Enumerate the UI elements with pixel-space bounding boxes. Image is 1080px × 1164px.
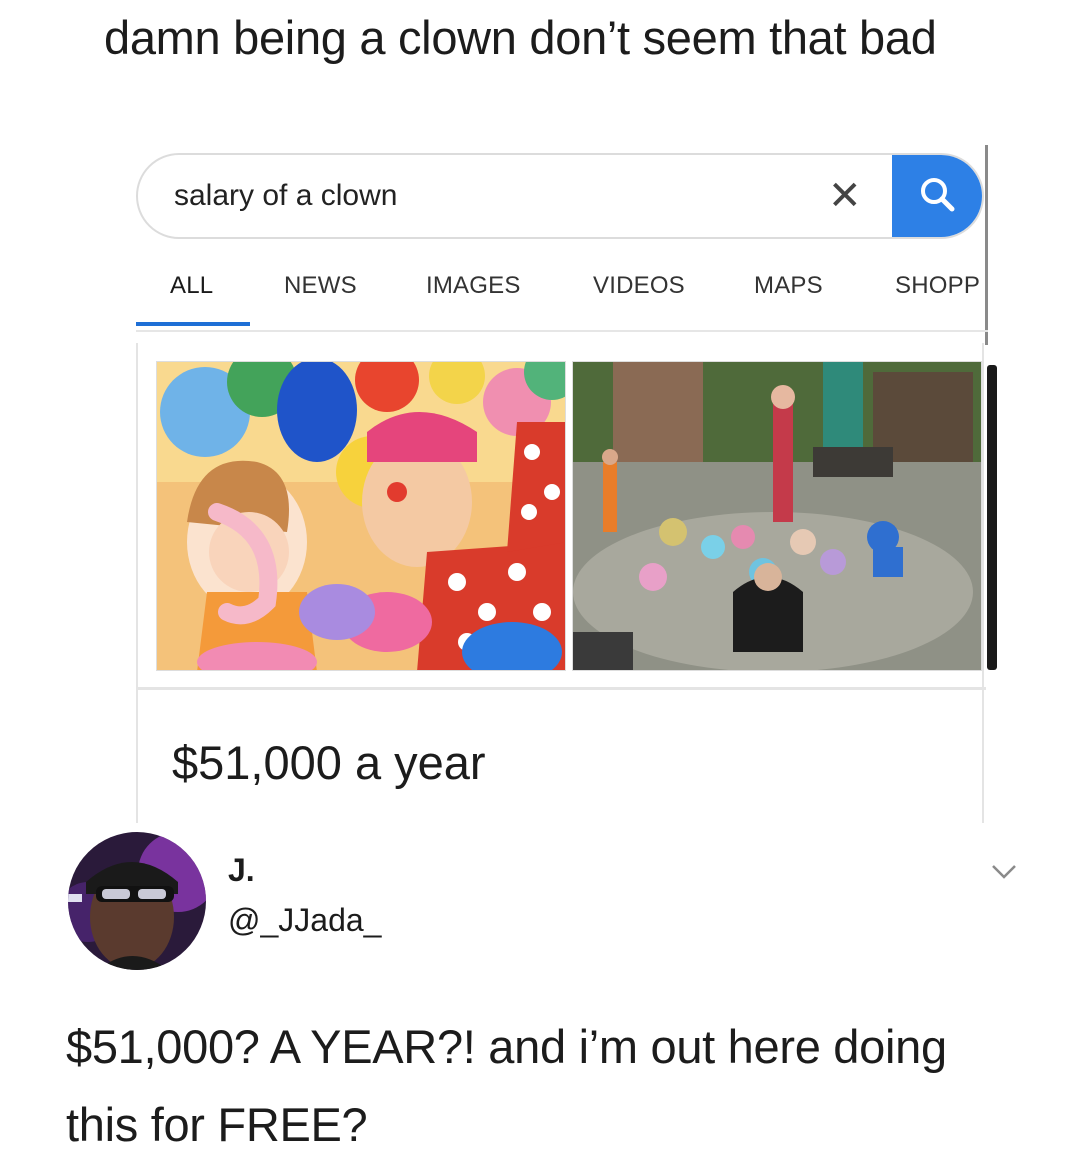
- active-tab-indicator: [136, 322, 250, 326]
- clown-park-illustration: [573, 362, 981, 670]
- image-results: [156, 361, 982, 671]
- reply-display-name[interactable]: J.: [228, 852, 255, 889]
- featured-answer: $51,000 a year: [172, 736, 486, 789]
- clown-party-image[interactable]: [156, 361, 566, 671]
- avatar[interactable]: [68, 832, 206, 970]
- tab-all[interactable]: ALL: [170, 272, 213, 300]
- search-icon: [921, 178, 955, 212]
- chevron-down-icon[interactable]: [990, 862, 1018, 882]
- tab-maps[interactable]: MAPS: [754, 272, 823, 300]
- result-panel: $51,000 a year: [136, 343, 986, 823]
- search-input[interactable]: salary of a clown: [174, 179, 397, 213]
- tab-videos[interactable]: VIDEOS: [593, 272, 685, 300]
- scrollbar[interactable]: [987, 365, 997, 670]
- close-icon[interactable]: ✕: [828, 171, 862, 221]
- tab-images[interactable]: IMAGES: [426, 272, 521, 300]
- reply-text: $51,000? A YEAR?! and i’m out here doing…: [66, 1020, 947, 1151]
- tab-shopping[interactable]: SHOPP: [895, 272, 980, 300]
- clown-party-illustration: [157, 362, 565, 670]
- search-bar[interactable]: salary of a clown ✕: [136, 153, 984, 239]
- clown-park-image[interactable]: [572, 361, 982, 671]
- post-caption: damn being a clown don’t seem that bad: [104, 11, 937, 64]
- search-tabs: ALL NEWS IMAGES VIDEOS MAPS SHOPP: [136, 268, 988, 332]
- tab-news[interactable]: NEWS: [284, 272, 357, 300]
- avatar-photo: [68, 832, 206, 970]
- search-button[interactable]: [892, 155, 982, 237]
- reply-handle[interactable]: @_JJada_: [228, 902, 381, 939]
- result-divider: [138, 687, 986, 690]
